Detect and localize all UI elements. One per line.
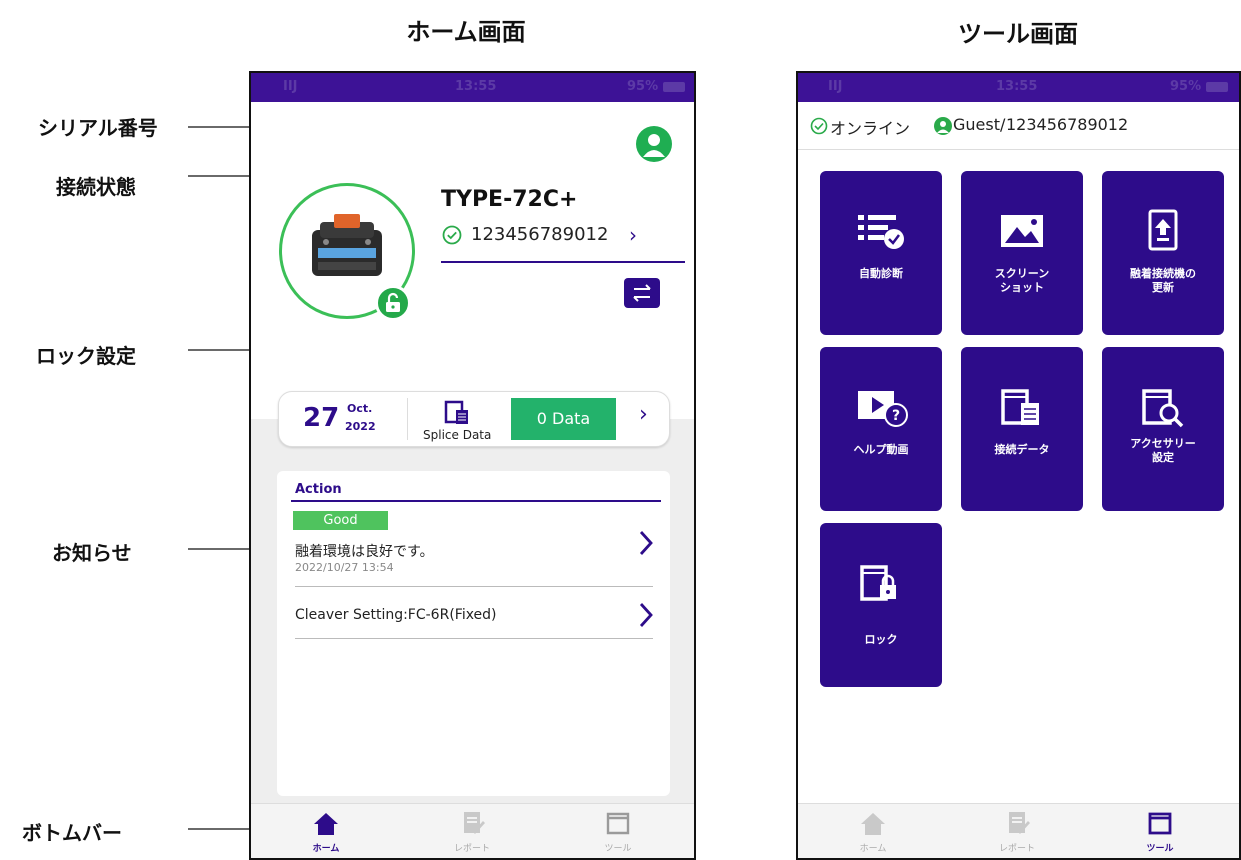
splice-data-icon bbox=[1001, 389, 1039, 425]
tab-home[interactable]: ホーム bbox=[818, 804, 928, 858]
lock-status-icon[interactable] bbox=[375, 285, 411, 321]
tab-tools[interactable]: ツール bbox=[563, 804, 673, 858]
online-check-icon bbox=[810, 117, 828, 135]
tab-report-label: レポート bbox=[998, 844, 1035, 854]
tile-lock-label: ロック bbox=[864, 633, 898, 646]
date-splice-card: 27 Oct. 2022 Splice Data 0 Data › bbox=[278, 391, 670, 447]
cleaver-chevron-icon[interactable] bbox=[637, 601, 655, 629]
home-icon bbox=[861, 813, 885, 835]
tile-splice-data-label: 接続データ bbox=[994, 443, 1050, 456]
notice-text: 融着環境は良好です。 bbox=[295, 544, 434, 560]
splice-data-label[interactable]: Splice Data bbox=[423, 428, 491, 442]
user-name: Guest/ bbox=[953, 115, 1006, 134]
tab-report[interactable]: レポート bbox=[962, 804, 1072, 858]
tile-auto-diagnosis[interactable]: 自動診断 bbox=[820, 171, 942, 335]
carrier-text: IIJ bbox=[828, 79, 843, 94]
tools-icon bbox=[606, 812, 630, 835]
date-month: Oct. bbox=[347, 402, 373, 415]
tab-home-label: ホーム bbox=[312, 844, 340, 854]
item-divider bbox=[295, 586, 653, 587]
notice-badge: Good bbox=[293, 511, 388, 530]
device-model: TYPE-72C+ bbox=[441, 187, 578, 212]
action-panel: Action Good 融着環境は良好です。 2022/10/27 13:54 … bbox=[277, 471, 670, 796]
user-icon bbox=[934, 117, 952, 135]
bottom-tab-bar: ホーム レポート ツール bbox=[251, 803, 694, 858]
tile-screenshot-label: スクリーン ショット bbox=[994, 267, 1050, 294]
home-screen: IIJ 13:55 95% TYPE-72C+ 123456789012 › 2… bbox=[249, 71, 696, 860]
action-header-underline bbox=[291, 500, 661, 502]
serial-number[interactable]: 123456789012 bbox=[471, 224, 608, 245]
tile-accessory-settings-label: アクセサリー 設定 bbox=[1130, 437, 1196, 464]
serial-underline bbox=[441, 261, 685, 263]
report-icon bbox=[464, 812, 485, 834]
serial-chevron-icon[interactable]: › bbox=[629, 223, 637, 247]
cleaver-item[interactable]: Cleaver Setting:FC-6R(Fixed) bbox=[291, 595, 657, 635]
tab-tools-label: ツール bbox=[604, 844, 632, 854]
svg-text:?: ? bbox=[892, 408, 900, 424]
image-icon bbox=[1001, 215, 1043, 247]
tile-help-video[interactable]: ? ヘルプ動画 bbox=[820, 347, 942, 511]
tools-icon bbox=[1148, 812, 1172, 835]
tile-splice-data[interactable]: 接続データ bbox=[961, 347, 1083, 511]
notice-time: 2022/10/27 13:54 bbox=[295, 561, 394, 574]
date-day: 27 bbox=[303, 403, 340, 433]
lock-device-icon bbox=[860, 565, 896, 601]
tile-screenshot[interactable]: スクリーン ショット bbox=[961, 171, 1083, 335]
device-serial: 123456789012 bbox=[1006, 115, 1129, 134]
date-year: 2022 bbox=[345, 420, 376, 433]
tile-auto-diagnosis-label: 自動診断 bbox=[859, 267, 903, 280]
status-time: 13:55 bbox=[455, 79, 497, 94]
data-count-button[interactable]: 0 Data bbox=[511, 398, 616, 440]
diagnosis-list-icon bbox=[858, 215, 904, 249]
status-bar: IIJ 13:55 95% bbox=[798, 73, 1239, 102]
header-divider bbox=[798, 149, 1239, 150]
update-icon bbox=[1148, 209, 1178, 251]
user-avatar-icon[interactable] bbox=[636, 126, 672, 162]
item-divider bbox=[295, 638, 653, 639]
battery-text: 95% bbox=[1170, 79, 1202, 94]
tab-report[interactable]: レポート bbox=[417, 804, 527, 858]
tool-screen: IIJ 13:55 95% オンライン Guest/ 123456789012 … bbox=[796, 71, 1241, 860]
tab-report-label: レポート bbox=[453, 844, 490, 854]
splice-data-icon[interactable] bbox=[442, 398, 474, 426]
battery-icon bbox=[663, 82, 685, 92]
report-icon bbox=[1009, 812, 1030, 834]
video-help-icon: ? bbox=[858, 391, 908, 427]
switch-device-button[interactable] bbox=[624, 278, 660, 308]
tile-accessory-settings[interactable]: アクセサリー 設定 bbox=[1102, 347, 1224, 511]
cleaver-text: Cleaver Setting:FC-6R(Fixed) bbox=[295, 607, 497, 623]
tab-tools-label: ツール bbox=[1146, 844, 1174, 854]
tab-home[interactable]: ホーム bbox=[271, 804, 381, 858]
action-header: Action bbox=[295, 482, 342, 497]
notice-chevron-icon[interactable] bbox=[637, 529, 655, 557]
battery-icon bbox=[1206, 82, 1228, 92]
carrier-text: IIJ bbox=[283, 79, 298, 94]
online-status: オンライン bbox=[830, 119, 911, 138]
data-chevron-icon[interactable]: › bbox=[639, 402, 648, 427]
tab-tools[interactable]: ツール bbox=[1105, 804, 1215, 858]
tile-firmware-update-label: 融着接続機の 更新 bbox=[1130, 267, 1196, 294]
status-time: 13:55 bbox=[996, 79, 1038, 94]
card-divider bbox=[407, 398, 408, 440]
tab-home-label: ホーム bbox=[859, 844, 887, 854]
connection-check-icon bbox=[442, 225, 462, 245]
battery-text: 95% bbox=[627, 79, 659, 94]
tile-firmware-update[interactable]: 融着接続機の 更新 bbox=[1102, 171, 1224, 335]
tile-help-video-label: ヘルプ動画 bbox=[853, 443, 909, 456]
status-bar: IIJ 13:55 95% bbox=[251, 73, 694, 102]
bottom-tab-bar: ホーム レポート ツール bbox=[798, 803, 1239, 858]
accessory-search-icon bbox=[1142, 389, 1184, 428]
home-icon bbox=[314, 813, 338, 835]
tile-lock[interactable]: ロック bbox=[820, 523, 942, 687]
notice-item[interactable]: Good 融着環境は良好です。 2022/10/27 13:54 bbox=[291, 507, 657, 585]
